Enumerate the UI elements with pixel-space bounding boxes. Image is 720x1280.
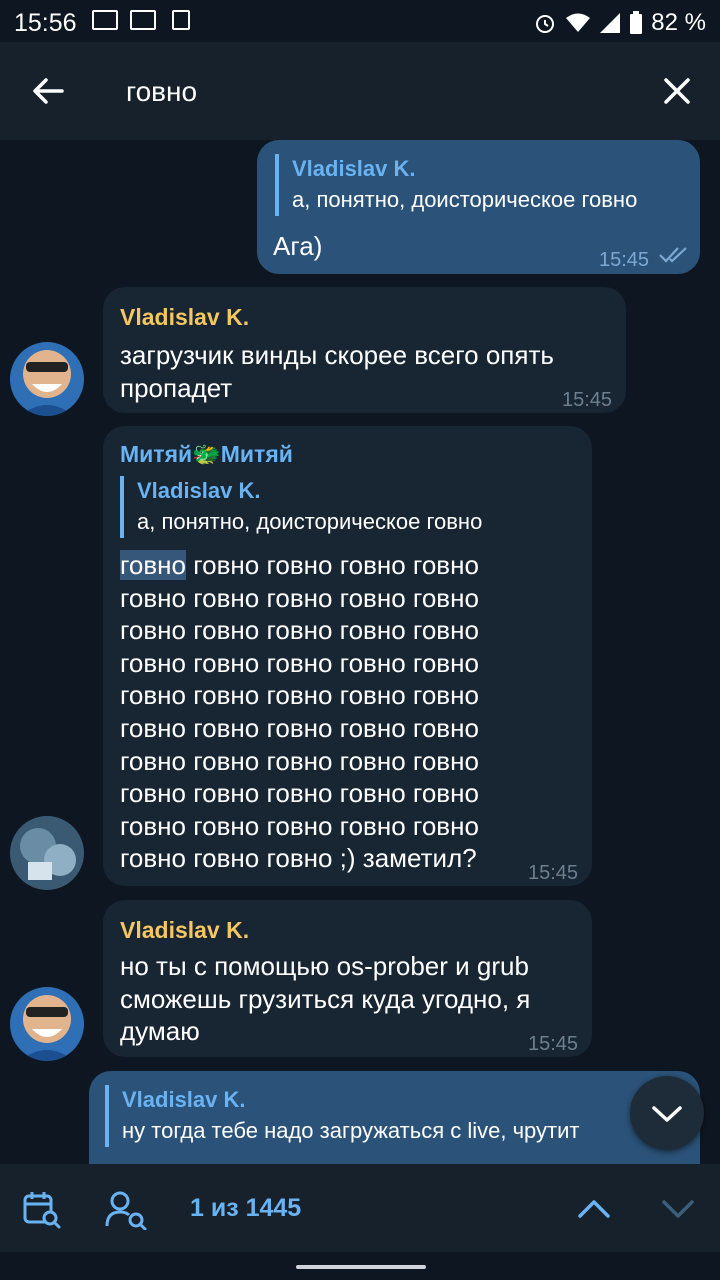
battery-icon (630, 11, 643, 34)
chevron-down-icon[interactable] (660, 1194, 696, 1224)
reply-sender: Vladislav K. (137, 478, 261, 503)
avatar[interactable] (10, 816, 84, 890)
search-highlight: говно (120, 550, 187, 580)
sender-name: Vladislav K. (120, 304, 250, 330)
signal-icon (600, 13, 621, 33)
alarm-icon (536, 15, 555, 33)
read-checks-icon (659, 247, 687, 263)
reply-text: ну тогда тебе надо загружаться с live, ч… (122, 1118, 580, 1143)
user-search-icon[interactable] (104, 1190, 148, 1230)
close-icon[interactable] (662, 76, 692, 106)
message-text-line: говно говно говно говно говно (120, 583, 479, 613)
reply-quote[interactable]: Vladislav K. а, понятно, доисторическое … (120, 476, 587, 538)
message-bubble[interactable]: Vladislav K. но ты с помощью os-prober и… (103, 900, 592, 1057)
message-text-line: говно говно говно говно говно (120, 811, 479, 841)
search-input[interactable]: говно (126, 76, 197, 108)
message-text-line: говно говно говно говно говно (120, 615, 479, 645)
gmail-icon (92, 10, 118, 30)
scroll-down-icon (652, 1106, 682, 1122)
message-text: Ага) (273, 231, 323, 261)
reply-sender: Vladislav K. (122, 1087, 246, 1112)
reply-sender: Vladislav K. (292, 156, 416, 181)
battery-percent: 82 % (651, 9, 706, 36)
message-text-line: но ты с помощью os-prober и grub (120, 951, 529, 981)
result-counter: 1 из 1445 (190, 1194, 302, 1222)
scroll-down-button[interactable] (630, 1076, 704, 1150)
calendar-search-icon[interactable] (22, 1190, 62, 1230)
wifi-icon (566, 13, 591, 32)
message-text-line: говно говно говно говно говно (120, 713, 479, 743)
avatar[interactable] (10, 342, 84, 416)
reply-quote[interactable]: Vladislav K. ну тогда тебе надо загружат… (105, 1085, 702, 1147)
message-time: 15:45 (528, 1033, 579, 1055)
message-bubble[interactable]: Vladislav K. загрузчик винды скорее всег… (103, 287, 626, 413)
status-bar: 15:56 82 % (0, 0, 720, 42)
message-bubble[interactable]: Митяй🐲Митяй Vladislav K. а, понятно, дои… (103, 426, 592, 886)
message-time: 15:45 (562, 389, 613, 411)
message-text-line: говно говно говно говно говно (120, 648, 479, 678)
avatar[interactable] (10, 987, 84, 1061)
sender-name: Митяй🐲Митяй (120, 441, 293, 467)
message-text-line: загрузчик винды скорее всего опять (120, 340, 554, 370)
search-header: говно (0, 42, 720, 140)
message-text-line: говно говно говно говно говно (120, 746, 479, 776)
reply-text: а, понятно, доисторическое говно (292, 187, 638, 212)
search-results-bar: 1 из 1445 (0, 1164, 720, 1252)
message-bubble[interactable]: Vladislav K. а, понятно, доисторическое … (257, 140, 700, 274)
home-gesture-pill[interactable] (296, 1265, 426, 1269)
message-text-line: сможешь грузиться куда угодно, я (120, 984, 531, 1014)
notification-icon (172, 10, 190, 30)
message-text-line: пропадет (120, 373, 233, 403)
status-time: 15:56 (14, 9, 77, 37)
chat-area[interactable]: Vladislav K. а, понятно, доисторическое … (0, 140, 720, 1164)
gmail-icon (130, 10, 156, 30)
sender-name: Vladislav K. (120, 917, 250, 943)
message-time: 15:45 (599, 249, 650, 271)
message-text-fragment: говно говно говно говно (186, 550, 479, 580)
message-time: 15:45 (528, 862, 579, 884)
message-text-line: говно говно говно говно говно (120, 549, 479, 582)
message-text-line: говно говно говно говно говно (120, 680, 479, 710)
message-bubble[interactable]: Vladislav K. ну тогда тебе надо загружат… (89, 1071, 700, 1164)
message-text-line: думаю (120, 1016, 200, 1046)
back-arrow-icon[interactable] (30, 73, 66, 109)
chevron-up-icon[interactable] (576, 1194, 612, 1224)
message-text-line: говно говно говно говно говно (120, 778, 479, 808)
reply-text: а, понятно, доисторическое говно (137, 509, 483, 534)
system-nav-bar (0, 1252, 720, 1280)
message-text-line: говно говно говно ;) заметил? (120, 843, 477, 873)
reply-quote[interactable]: Vladislav K. а, понятно, доисторическое … (275, 154, 692, 216)
